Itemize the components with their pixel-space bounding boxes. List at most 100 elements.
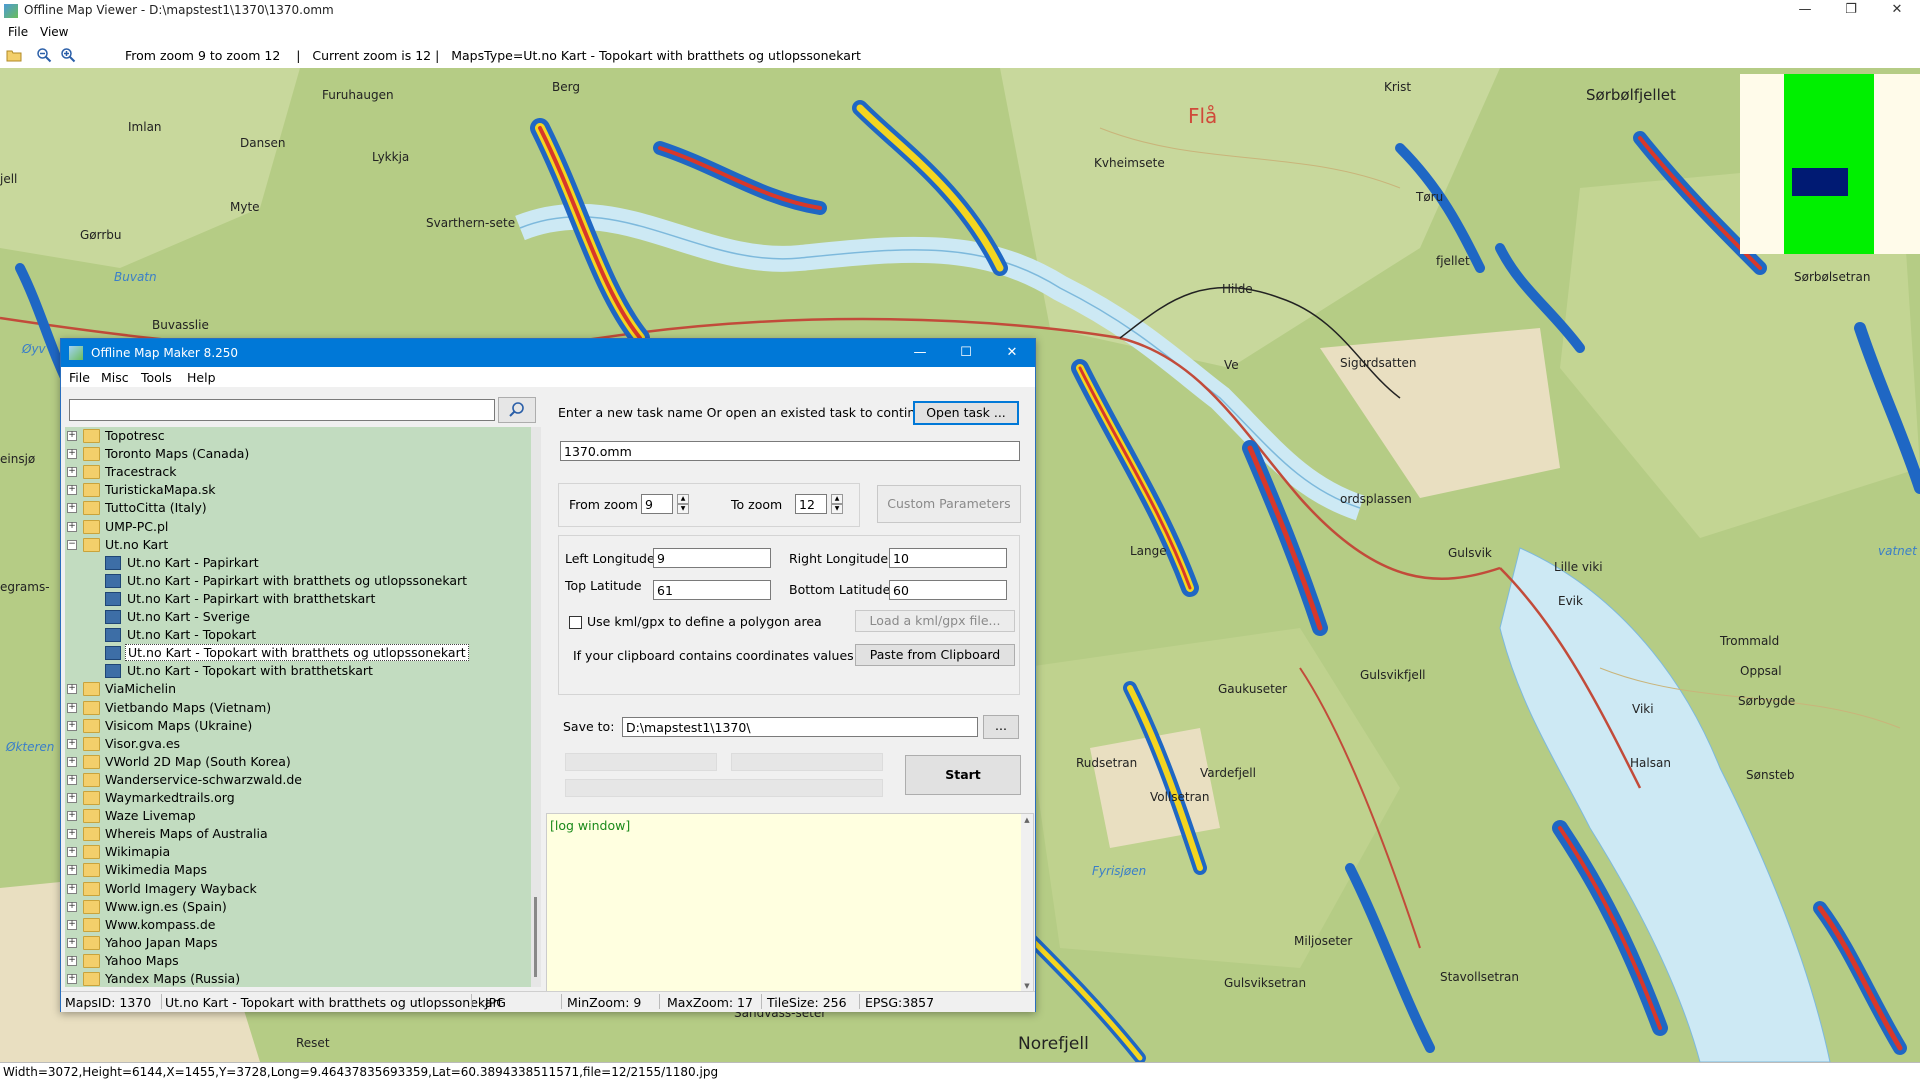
tree-folder-item[interactable]: + Wikimedia Maps — [65, 861, 525, 879]
viewer-menu-view[interactable]: View — [40, 25, 68, 39]
load-kml-button[interactable]: Load a kml/gpx file... — [855, 610, 1015, 632]
map-source-tree[interactable]: + Topotresc + Toronto Maps (Canada) + Tracest… — [65, 427, 539, 987]
tree-folder-item[interactable]: + World Imagery Wayback — [65, 880, 525, 898]
expand-icon[interactable]: + — [67, 774, 77, 785]
expand-icon[interactable]: + — [67, 503, 77, 514]
tree-folder-item[interactable]: + Wanderservice-schwarzwald.de — [65, 771, 525, 789]
tree-map-item[interactable]: Ut.no Kart - Topokart with bratthets og … — [65, 644, 525, 662]
start-button[interactable]: Start — [905, 755, 1021, 795]
open-task-button[interactable]: Open task ... — [913, 401, 1019, 425]
open-folder-icon[interactable] — [6, 47, 22, 63]
paste-from-clipboard-button[interactable]: Paste from Clipboard — [855, 644, 1015, 666]
scroll-down-icon[interactable]: ▼ — [1021, 982, 1033, 990]
expand-icon[interactable]: + — [67, 738, 77, 749]
expand-icon[interactable]: + — [67, 431, 77, 441]
tree-folder-item[interactable]: + TuristickaMapa.sk — [65, 481, 525, 499]
map-search-input[interactable] — [69, 399, 495, 421]
custom-parameters-button[interactable]: Custom Parameters — [877, 485, 1021, 523]
expand-icon[interactable]: + — [67, 793, 77, 803]
left-longitude-input[interactable]: 9 — [653, 548, 771, 568]
maker-menu-file[interactable]: File — [69, 370, 90, 385]
tree-map-item[interactable]: Ut.no Kart - Papirkart with bratthets og… — [65, 572, 525, 590]
log-window[interactable]: [log window] ▲ ▼ — [546, 813, 1034, 993]
tree-folder-item[interactable]: + Vietbando Maps (Vietnam) — [65, 699, 525, 717]
browse-button[interactable]: ... — [983, 715, 1019, 739]
overview-minimap[interactable] — [1740, 74, 1920, 254]
tree-folder-item[interactable]: + Waymarkedtrails.org — [65, 789, 525, 807]
tree-folder-item[interactable]: − Ut.no Kart — [65, 536, 525, 554]
top-latitude-input[interactable]: 61 — [653, 580, 771, 600]
maker-minimize-icon[interactable]: — — [897, 339, 943, 367]
right-longitude-input[interactable]: 10 — [889, 548, 1007, 568]
zoom-out-icon[interactable] — [36, 47, 52, 63]
expand-icon[interactable]: + — [67, 756, 77, 767]
collapse-icon[interactable]: − — [67, 539, 77, 550]
bottom-latitude-input[interactable]: 60 — [889, 580, 1007, 600]
to-zoom-spinner[interactable]: ▲ ▼ — [831, 494, 843, 514]
tree-map-item[interactable]: Ut.no Kart - Papirkart — [65, 554, 525, 572]
scroll-up-icon[interactable]: ▲ — [1021, 816, 1033, 824]
expand-icon[interactable]: + — [67, 720, 77, 731]
viewer-menu-file[interactable]: File — [8, 25, 28, 39]
log-scrollbar[interactable]: ▲ ▼ — [1021, 814, 1033, 992]
expand-icon[interactable]: + — [67, 883, 77, 894]
tree-map-item[interactable]: Ut.no Kart - Topokart — [65, 626, 525, 644]
close-icon[interactable]: ✕ — [1874, 0, 1920, 22]
expand-icon[interactable]: + — [67, 974, 77, 984]
tree-folder-item[interactable]: + Visor.gva.es — [65, 735, 525, 753]
expand-icon[interactable]: + — [67, 955, 77, 966]
expand-icon[interactable]: + — [67, 449, 77, 460]
tree-folder-item[interactable]: + Www.kompass.de — [65, 916, 525, 934]
tree-folder-item[interactable]: + TuttoCitta (Italy) — [65, 499, 525, 517]
task-name-input[interactable]: 1370.omm — [560, 441, 1020, 461]
tree-folder-item[interactable]: + Visicom Maps (Ukraine) — [65, 717, 525, 735]
expand-icon[interactable]: + — [67, 485, 77, 496]
to-zoom-input[interactable]: 12 — [795, 494, 827, 514]
from-zoom-input[interactable]: 9 — [641, 494, 673, 514]
search-button[interactable] — [498, 397, 536, 423]
tree-folder-item[interactable]: + UMP-PC.pl — [65, 518, 525, 536]
expand-icon[interactable]: + — [67, 829, 77, 840]
spin-up-icon[interactable]: ▲ — [831, 494, 843, 504]
expand-icon[interactable]: + — [67, 521, 77, 532]
tree-folder-item[interactable]: + Topotresc — [65, 427, 525, 445]
spin-down-icon[interactable]: ▼ — [677, 504, 689, 514]
tree-folder-item[interactable]: + Yahoo Japan Maps — [65, 934, 525, 952]
tree-scrollbar-thumb[interactable] — [534, 897, 537, 977]
tree-map-item[interactable]: Ut.no Kart - Topokart with bratthetskart — [65, 662, 525, 680]
tree-folder-item[interactable]: + Whereis Maps of Australia — [65, 825, 525, 843]
expand-icon[interactable]: + — [67, 467, 77, 478]
tree-scrollbar[interactable] — [531, 427, 541, 987]
expand-icon[interactable]: + — [67, 865, 77, 876]
expand-icon[interactable]: + — [67, 901, 77, 912]
tree-folder-item[interactable]: + Wikimapia — [65, 843, 525, 861]
tree-folder-item[interactable]: + Waze Livemap — [65, 807, 525, 825]
tree-folder-item[interactable]: + Yahoo Maps — [65, 952, 525, 970]
maker-close-icon[interactable]: ✕ — [989, 339, 1035, 367]
expand-icon[interactable]: + — [67, 847, 77, 858]
tree-folder-item[interactable]: + Tracestrack — [65, 463, 525, 481]
tree-map-item[interactable]: Ut.no Kart - Papirkart with bratthetskar… — [65, 590, 525, 608]
tree-map-item[interactable]: Ut.no Kart - Sverige — [65, 608, 525, 626]
spin-down-icon[interactable]: ▼ — [831, 504, 843, 514]
tree-folder-item[interactable]: + ViaMichelin — [65, 680, 525, 698]
maker-menu-misc[interactable]: Misc — [101, 370, 129, 385]
spin-up-icon[interactable]: ▲ — [677, 494, 689, 504]
tree-folder-item[interactable]: + VWorld 2D Map (South Korea) — [65, 753, 525, 771]
expand-icon[interactable]: + — [67, 702, 77, 713]
expand-icon[interactable]: + — [67, 937, 77, 948]
zoom-in-icon[interactable] — [60, 47, 76, 63]
from-zoom-spinner[interactable]: ▲ ▼ — [677, 494, 689, 514]
tree-folder-item[interactable]: + Toronto Maps (Canada) — [65, 445, 525, 463]
minimize-icon[interactable]: — — [1782, 0, 1828, 22]
kml-checkbox[interactable] — [569, 616, 582, 629]
maker-menu-help[interactable]: Help — [187, 370, 216, 385]
tree-folder-item[interactable]: + Www.ign.es (Spain) — [65, 898, 525, 916]
save-to-input[interactable]: D:\mapstest1\1370\ — [622, 717, 978, 737]
restore-icon[interactable]: ❐ — [1828, 0, 1874, 22]
overview-viewport[interactable] — [1792, 168, 1848, 196]
maker-maximize-icon[interactable]: ☐ — [943, 339, 989, 367]
tree-folder-item[interactable]: + Yandex Maps (Russia) — [65, 970, 525, 987]
maker-menu-tools[interactable]: Tools — [141, 370, 172, 385]
expand-icon[interactable]: + — [67, 811, 77, 822]
